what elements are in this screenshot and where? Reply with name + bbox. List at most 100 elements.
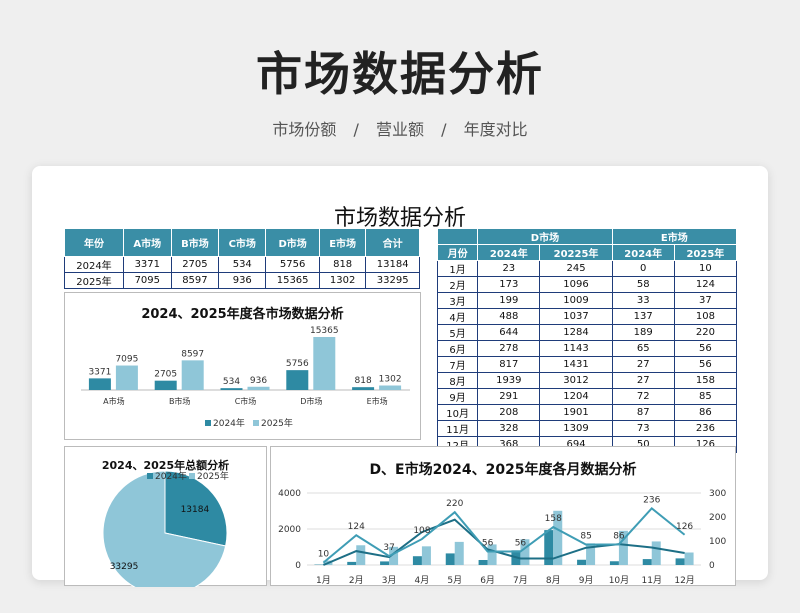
bar bbox=[478, 559, 488, 565]
data-label: 13184 bbox=[181, 505, 210, 515]
table-row: 7月 817 1431 27 56 bbox=[436, 356, 738, 373]
table-cell: 328 bbox=[477, 420, 541, 437]
bar bbox=[651, 541, 661, 565]
table-cell: 1309 bbox=[539, 420, 613, 437]
bar bbox=[286, 370, 309, 390]
legend-entry: 2024年 bbox=[213, 417, 245, 429]
tick-label: 3月 bbox=[382, 575, 397, 586]
table-cell: 488 bbox=[477, 308, 541, 325]
tick-label: 0 bbox=[295, 561, 301, 571]
tick-label: 4000 bbox=[278, 489, 301, 499]
table-cell: 644 bbox=[477, 324, 541, 341]
series-line bbox=[323, 518, 685, 566]
table-cell: 2025年 bbox=[64, 272, 124, 289]
table-cell: 245 bbox=[539, 260, 613, 277]
bar bbox=[544, 530, 554, 565]
table-cell: 137 bbox=[611, 308, 675, 325]
table-cell: 8597 bbox=[170, 272, 220, 289]
bar bbox=[356, 545, 366, 565]
table-cell: 1096 bbox=[539, 276, 613, 293]
data-label: 108 bbox=[413, 526, 430, 536]
table-cell: 87 bbox=[611, 404, 675, 421]
table-row: 9月 291 1204 72 85 bbox=[436, 388, 738, 405]
column-header: 2024年 bbox=[477, 244, 541, 261]
table-cell: 3371 bbox=[122, 256, 172, 273]
table-row: 10月 208 1901 87 86 bbox=[436, 404, 738, 421]
table-cell: 37 bbox=[673, 292, 738, 309]
bar bbox=[445, 553, 455, 565]
table-cell: 85 bbox=[673, 388, 738, 405]
tick-label: 12月 bbox=[674, 575, 694, 586]
table-cell: 86 bbox=[673, 404, 738, 421]
bar bbox=[412, 556, 422, 565]
data-label: 3371 bbox=[88, 367, 111, 377]
table-cell: 65 bbox=[611, 340, 675, 357]
tag-separator: / bbox=[353, 120, 359, 139]
tick-label: 2000 bbox=[278, 525, 301, 535]
data-label: 236 bbox=[643, 495, 660, 505]
data-label: 33295 bbox=[110, 562, 139, 572]
tick-label: 8月 bbox=[546, 575, 561, 586]
market-bar-chart-panel: 2024、2025年度各市场数据分析 3371 7095 A市场 2705 8597 B市… bbox=[64, 292, 421, 440]
tick-label: 2月 bbox=[349, 575, 364, 586]
column-header: 20225年 bbox=[539, 244, 613, 261]
table-cell: 7095 bbox=[122, 272, 172, 289]
data-label: 124 bbox=[348, 522, 365, 532]
tick-label: B市场 bbox=[169, 396, 191, 406]
table-cell: 1431 bbox=[539, 356, 613, 373]
tick-label: 6月 bbox=[480, 575, 495, 586]
tick-label: 300 bbox=[709, 489, 726, 499]
table-cell: 936 bbox=[218, 272, 267, 289]
data-label: 936 bbox=[250, 376, 267, 386]
legend-swatch bbox=[205, 420, 211, 426]
table-row: 11月 328 1309 73 236 bbox=[436, 420, 738, 437]
table-cell: 236 bbox=[673, 420, 738, 437]
table-cell: 10 bbox=[673, 260, 738, 277]
data-label: 534 bbox=[223, 377, 240, 387]
table-cell: 11月 bbox=[436, 420, 479, 437]
data-label: 126 bbox=[676, 522, 693, 532]
bar bbox=[684, 552, 694, 565]
tick-label: 0 bbox=[709, 561, 715, 571]
table-cell: 8月 bbox=[436, 372, 479, 389]
table-cell: 1009 bbox=[539, 292, 613, 309]
total-pie-chart-panel: 2024、2025年总额分析 13184 33295 2024年 2025年 bbox=[64, 446, 267, 587]
table-cell: 278 bbox=[477, 340, 541, 357]
data-label: 56 bbox=[482, 539, 494, 549]
table-cell: 1037 bbox=[539, 308, 613, 325]
bar bbox=[88, 378, 111, 390]
tick-label: 5月 bbox=[447, 575, 462, 586]
table-cell: 199 bbox=[477, 292, 541, 309]
table-cell: 173 bbox=[477, 276, 541, 293]
legend-entry: 2025年 bbox=[261, 417, 293, 429]
table-cell: 58 bbox=[611, 276, 675, 293]
table-cell: 291 bbox=[477, 388, 541, 405]
table-row: 8月 1939 3012 27 158 bbox=[436, 372, 738, 389]
data-label: 85 bbox=[580, 532, 591, 542]
column-header: 2024年 bbox=[611, 244, 675, 261]
table-cell: 7月 bbox=[436, 356, 479, 373]
bar bbox=[220, 388, 243, 390]
column-header: 2025年 bbox=[673, 244, 738, 261]
table-cell: 1月 bbox=[436, 260, 479, 277]
subtitle-tags: 市场份额 / 营业额 / 年度对比 bbox=[0, 116, 800, 140]
table-row: 4月 488 1037 137 108 bbox=[436, 308, 738, 325]
table-cell: 158 bbox=[673, 372, 738, 389]
table-cell: 534 bbox=[218, 256, 267, 273]
tick-label: 200 bbox=[709, 513, 726, 523]
table-cell: 108 bbox=[673, 308, 738, 325]
legend-entry: 2025年 bbox=[197, 470, 229, 482]
monthly-combo-chart: 0 2000 4000 0 100 200 300 1月 2月 3月 4月 5月 6月 7月 8月 9月 10月… bbox=[278, 489, 726, 586]
tag-market-share: 市场份额 bbox=[272, 120, 337, 139]
table-cell: 10月 bbox=[436, 404, 479, 421]
table-cell: 1284 bbox=[539, 324, 613, 341]
bar bbox=[115, 365, 138, 390]
bar bbox=[609, 561, 619, 565]
table-cell: 27 bbox=[611, 372, 675, 389]
legend-swatch bbox=[189, 473, 195, 479]
column-header: 月份 bbox=[436, 244, 479, 261]
table-row: 3月 199 1009 33 37 bbox=[436, 292, 738, 309]
tick-label: 100 bbox=[709, 537, 726, 547]
data-label: 56 bbox=[515, 539, 527, 549]
table-row: 2月 173 1096 58 124 bbox=[436, 276, 738, 293]
